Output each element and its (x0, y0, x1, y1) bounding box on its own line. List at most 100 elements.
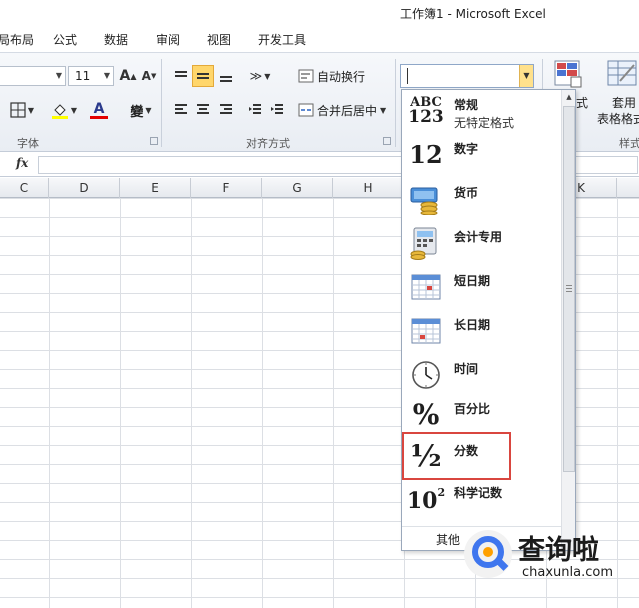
font-size-combo[interactable]: 11 ▼ (68, 66, 114, 86)
tab-view[interactable]: 视图 (207, 31, 231, 48)
increase-indent-button[interactable] (266, 99, 288, 121)
more-number-formats-label: 其他 (436, 533, 461, 547)
font-name-combo[interactable]: ▼ (0, 66, 66, 86)
column-header-g[interactable]: G (262, 178, 333, 198)
borders-icon (10, 102, 26, 118)
align-bottom-button[interactable] (215, 65, 237, 87)
chevron-down-icon: ▼ (103, 71, 110, 80)
font-dialog-launcher-icon[interactable] (150, 137, 158, 145)
orientation-icon: ≫ (249, 69, 263, 83)
grow-font-button[interactable]: A ▲ (118, 65, 138, 87)
format-as-table-icon[interactable] (606, 59, 638, 92)
format-item-general[interactable]: ABC 123 常规 无特定格式 (402, 90, 562, 132)
merge-center-button[interactable]: 合并后居中 ▼ (298, 99, 390, 121)
merge-center-icon (298, 103, 314, 117)
format-label: 短日期 (454, 274, 491, 288)
format-label: 常规 (454, 98, 479, 112)
align-right-icon (220, 104, 232, 114)
alignment-dialog-launcher-icon[interactable] (383, 137, 391, 145)
chevron-down-icon: ▼ (70, 105, 78, 115)
tab-formulas[interactable]: 公式 (53, 31, 77, 48)
increase-indent-icon (271, 104, 283, 114)
long-date-icon (406, 312, 446, 350)
align-left-button[interactable] (170, 99, 192, 121)
conditional-formatting-label: 式 (576, 96, 589, 110)
number-glyph: 12 (409, 140, 443, 169)
fill-bucket-icon (51, 104, 68, 119)
format-item-number[interactable]: 12 数字 (402, 134, 562, 176)
format-item-accounting[interactable]: 会计专用 (402, 222, 562, 264)
dropdown-scrollbar[interactable]: ▲ ▼ (561, 90, 575, 550)
grow-font-icon: A (119, 68, 131, 84)
title-bar: 工作簿1 - Microsoft Excel (0, 0, 639, 26)
fraction-highlight-box (402, 432, 511, 480)
format-label: 货币 (454, 186, 479, 200)
borders-button[interactable]: ▼ (6, 99, 38, 121)
conditional-formatting-icon[interactable] (553, 59, 583, 92)
wrap-text-label: 自动换行 (317, 69, 366, 84)
percent-glyph: % (412, 398, 440, 431)
shrink-font-button[interactable]: A ▼ (140, 65, 158, 87)
phonetic-button[interactable]: 變 ▼ (124, 99, 158, 121)
format-label: 时间 (454, 362, 479, 376)
insert-function-button[interactable]: fx (16, 156, 36, 174)
scientific-base-glyph: 10 (406, 488, 438, 514)
tab-developer[interactable]: 开发工具 (258, 31, 306, 48)
align-middle-button[interactable] (192, 65, 214, 87)
number-12-icon: 12 (406, 136, 446, 174)
format-item-time[interactable]: 时间 (402, 354, 562, 396)
text-cursor (407, 68, 408, 84)
percent-icon: % (406, 396, 446, 434)
format-item-long-date[interactable]: 长日期 (402, 310, 562, 352)
scroll-up-icon[interactable]: ▲ (563, 90, 575, 104)
column-header-c[interactable]: C (0, 178, 49, 198)
wrap-text-button[interactable]: 自动换行 (298, 65, 370, 87)
phonetic-icon: 變 (130, 104, 144, 120)
format-label: 数字 (454, 142, 479, 156)
number-format-combo[interactable]: ▼ (400, 64, 534, 88)
shrink-font-icon: A (141, 69, 151, 83)
clock-icon (406, 356, 446, 394)
tab-page-layout[interactable]: 局布局 (0, 31, 34, 48)
align-center-button[interactable] (192, 99, 214, 121)
format-item-scientific[interactable]: 10 2 科学记数 (402, 480, 562, 522)
align-bottom-icon (220, 76, 232, 82)
wrap-text-icon (298, 69, 314, 83)
scrollbar-thumb[interactable] (563, 106, 575, 472)
chevron-down-icon: ▼ (145, 105, 152, 115)
tab-data[interactable]: 数据 (104, 31, 128, 48)
align-top-button[interactable] (170, 65, 192, 87)
alignment-group-label: 对齐方式 (246, 137, 290, 150)
align-right-button[interactable] (215, 99, 237, 121)
currency-icon (406, 180, 446, 218)
watermark-name: 查询啦 (518, 535, 599, 566)
column-header-f[interactable]: F (191, 178, 262, 198)
font-color-button[interactable]: A (84, 99, 114, 121)
format-label: 长日期 (454, 318, 491, 332)
abc123-icon: ABC 123 (408, 95, 444, 127)
chevron-down-icon[interactable]: ▼ (519, 65, 533, 87)
decrease-indent-button[interactable] (244, 99, 266, 121)
short-date-icon (406, 268, 446, 306)
align-middle-icon (197, 73, 209, 79)
font-size-value: 11 (75, 69, 91, 83)
format-as-table-label-2: 表格格式 (597, 112, 639, 126)
accounting-icon (406, 224, 446, 262)
font-color-letter: A (93, 100, 105, 117)
orientation-button[interactable]: ≫ ▼ (246, 65, 274, 87)
group-separator (161, 59, 162, 147)
tab-review[interactable]: 审阅 (156, 31, 180, 48)
column-header-h[interactable]: H (333, 178, 404, 198)
fill-color-button[interactable]: ▼ (48, 99, 80, 121)
column-header-e[interactable]: E (120, 178, 191, 198)
align-top-icon (175, 71, 187, 77)
chevron-down-icon: ▼ (380, 105, 387, 115)
align-center-icon (197, 104, 209, 114)
ribbon-tabs: 局布局 公式 数据 审阅 视图 开发工具 (0, 26, 639, 52)
merge-center-label: 合并后居中 (317, 103, 378, 118)
column-header-d[interactable]: D (49, 178, 120, 198)
format-item-short-date[interactable]: 短日期 (402, 266, 562, 308)
decrease-indent-icon (249, 104, 261, 114)
format-item-currency[interactable]: 货币 (402, 178, 562, 220)
format-item-percent[interactable]: % 百分比 (402, 394, 562, 436)
